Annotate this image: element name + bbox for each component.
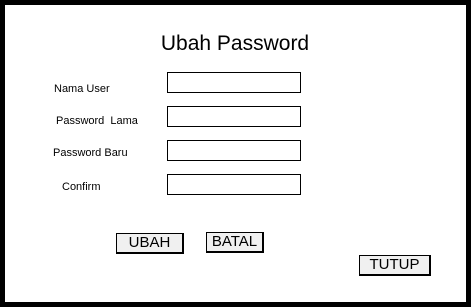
batal-button[interactable]: BATAL [206,232,264,253]
ubah-button[interactable]: UBAH [116,233,184,254]
password-lama-input[interactable] [167,106,301,127]
change-password-window: Ubah Password Nama User Password Lama Pa… [0,0,471,307]
confirm-input[interactable] [167,174,301,195]
nama-user-label: Nama User [54,83,110,95]
confirm-label: Confirm [62,181,101,193]
tutup-button[interactable]: TUTUP [359,255,431,276]
dialog-title: Ubah Password [160,32,310,55]
password-lama-label: Password Lama [56,115,138,127]
password-baru-label: Password Baru [53,147,128,159]
password-baru-input[interactable] [167,140,301,161]
nama-user-input[interactable] [167,72,301,93]
